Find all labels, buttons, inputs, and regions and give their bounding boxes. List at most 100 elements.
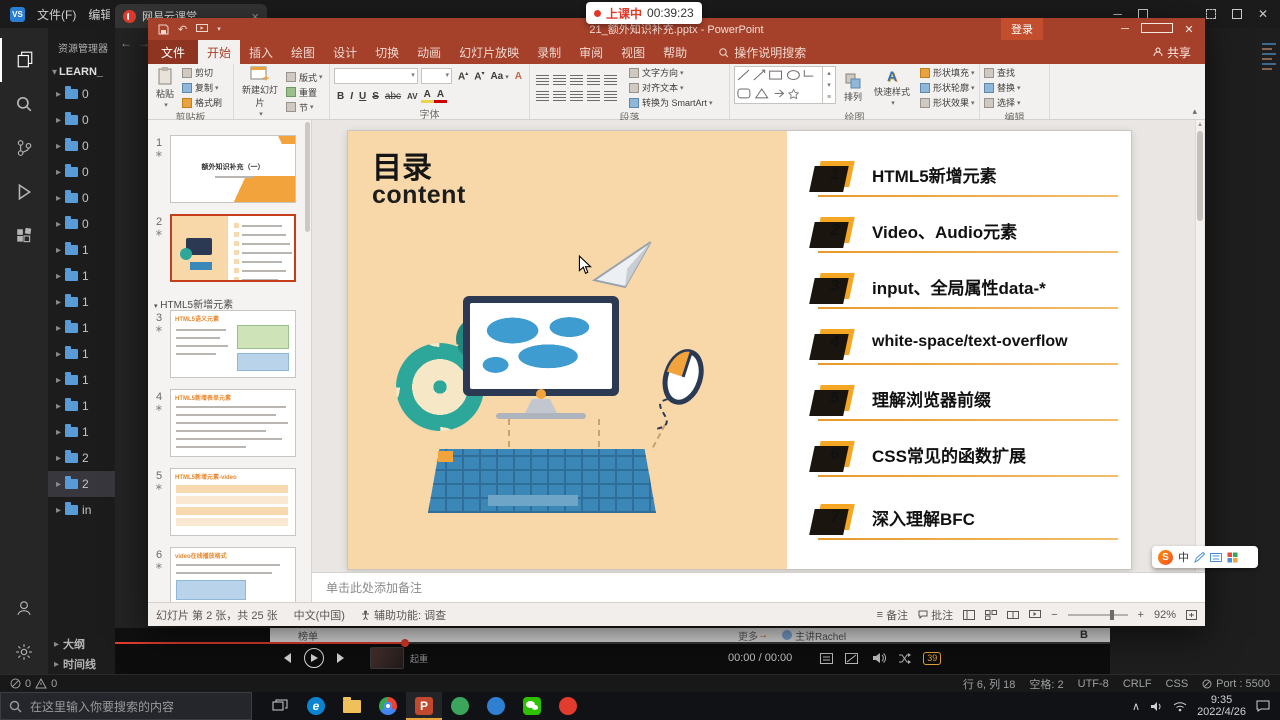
root-folder[interactable]: ▾ LEARN_ (48, 63, 115, 81)
normal-view-icon[interactable] (963, 609, 976, 620)
zoom-in-icon[interactable]: + (1138, 609, 1144, 621)
reading-view-icon[interactable] (1007, 610, 1020, 620)
task-view-icon[interactable] (262, 692, 298, 720)
volume-icon[interactable] (872, 652, 887, 664)
danmaku-icon[interactable] (845, 652, 859, 664)
smartart-button[interactable]: 转换为 SmartArt ▾ (629, 96, 713, 109)
cursor-position[interactable]: 行 6, 列 18 (963, 676, 1016, 692)
previous-icon[interactable] (280, 652, 292, 664)
new-slide-button[interactable]: 新建幻灯片 ▾ (238, 66, 282, 118)
tab-record[interactable]: 录制 (528, 40, 570, 64)
fit-to-window-icon[interactable] (1186, 609, 1197, 620)
sign-in-button[interactable]: 登录 (1001, 18, 1043, 40)
back-icon[interactable]: ← (120, 36, 132, 50)
seek-bar[interactable] (115, 639, 1110, 647)
speed-badge[interactable]: 39 (923, 651, 942, 665)
ppt-restore-icon[interactable] (1141, 22, 1173, 36)
tree-item[interactable]: ▸ 1 (48, 393, 115, 419)
shape-fill-button[interactable]: 形状填充 ▾ (920, 66, 975, 79)
tree-item[interactable]: ▸ in (48, 497, 115, 523)
align-left-icon[interactable] (536, 90, 549, 101)
zoom-slider[interactable] (1067, 609, 1128, 620)
slide-thumbnail-6[interactable]: video在线播放格式 (170, 547, 296, 602)
shapes-gallery[interactable]: ▴ ▾ ≡ (734, 66, 836, 104)
video-preview-thumbnail[interactable] (370, 647, 404, 669)
tab-file[interactable]: 文件 (148, 40, 199, 64)
live-server-port[interactable]: Port : 5500 (1202, 678, 1270, 690)
menu-edit[interactable]: 编辑 (88, 6, 110, 23)
highlight-color-button[interactable]: A (420, 89, 434, 103)
text-direction-button[interactable]: 文字方向 ▾ (629, 66, 713, 79)
bullet-list-icon[interactable] (536, 74, 549, 85)
taskbar-chrome-icon[interactable] (370, 692, 406, 720)
bold-button[interactable]: B (1080, 629, 1088, 641)
live-class-badge[interactable]: 上课中 00:39:23 (586, 2, 702, 24)
taskbar-blue-app-icon[interactable] (478, 692, 514, 720)
ppt-minimize-icon[interactable]: ─ (1109, 23, 1141, 35)
play-icon[interactable] (304, 648, 324, 668)
tab-insert[interactable]: 插入 (240, 40, 282, 64)
taskbar-edge-icon[interactable]: e (298, 692, 334, 720)
qat-customize-icon[interactable]: ▾ (217, 25, 221, 33)
tab-design[interactable]: 设计 (324, 40, 366, 64)
comments-toggle[interactable]: 批注 (918, 607, 953, 623)
tab-home[interactable]: 开始 (198, 40, 241, 64)
underline-button[interactable]: U (356, 91, 369, 102)
tab-draw[interactable]: 绘图 (282, 40, 324, 64)
increase-indent-icon[interactable] (587, 74, 600, 85)
layout-button[interactable]: 版式 ▾ (286, 71, 323, 84)
select-button[interactable]: 选择 ▾ (984, 96, 1021, 109)
paste-button[interactable]: 粘贴 ▾ (152, 66, 178, 109)
tree-item[interactable]: ▸ 0 (48, 107, 115, 133)
undo-icon[interactable]: ↶ (178, 23, 187, 36)
tree-item[interactable]: ▸ 0 (48, 185, 115, 211)
line-spacing-icon[interactable] (604, 74, 617, 85)
zoom-slider-handle[interactable] (1109, 609, 1114, 620)
strikethrough-button[interactable]: S (369, 91, 382, 102)
accessibility-status[interactable]: 辅助功能: 调查 (361, 607, 446, 623)
italic-button[interactable]: I (347, 91, 356, 102)
start-slideshow-icon[interactable] (196, 24, 209, 34)
ppt-close-icon[interactable]: ✕ (1173, 23, 1205, 36)
indentation[interactable]: 空格: 2 (1029, 676, 1063, 692)
zoom-out-icon[interactable]: − (1051, 609, 1057, 621)
slide-thumbnail-5[interactable]: HTML5新增元素-video (170, 468, 296, 536)
slide-thumbnail-1[interactable]: 额外知识补充（一） (170, 135, 296, 203)
encoding[interactable]: UTF-8 (1078, 678, 1109, 690)
input-method-bar[interactable]: S 中 (1152, 546, 1258, 568)
gallery-scroll[interactable]: ▴ ▾ ≡ (822, 67, 835, 103)
taskbar-wechat-icon[interactable] (514, 692, 550, 720)
tree-item[interactable]: ▸ 2 (48, 445, 115, 471)
taskbar-file-explorer-icon[interactable] (334, 692, 370, 720)
tree-item[interactable]: ▸ 0 (48, 81, 115, 107)
seek-handle[interactable] (401, 639, 409, 647)
align-text-button[interactable]: 对齐文本 ▾ (629, 81, 713, 94)
replace-button[interactable]: 替换 ▾ (984, 81, 1021, 94)
taskbar-netease-icon[interactable] (550, 692, 586, 720)
extensions-icon[interactable] (0, 214, 48, 258)
shuffle-icon[interactable] (898, 652, 912, 664)
char-spacing-button[interactable]: AV (404, 92, 421, 101)
align-right-icon[interactable] (570, 90, 583, 101)
close-icon[interactable]: ✕ (1258, 7, 1268, 21)
arrange-button[interactable]: 排列 (840, 66, 866, 109)
font-color-button[interactable]: A (433, 89, 448, 103)
next-icon[interactable] (336, 652, 348, 664)
ime-mode[interactable]: 中 (1178, 549, 1189, 565)
tree-item[interactable]: ▸ 0 (48, 133, 115, 159)
shape-outline-button[interactable]: 形状轮廓 ▾ (920, 81, 975, 94)
tell-me-search[interactable]: 操作说明搜索 (718, 40, 806, 64)
abc-strike-button[interactable]: abc (382, 91, 404, 102)
tree-item[interactable]: ▸ 1 (48, 315, 115, 341)
taskbar-search[interactable]: 在这里输入你要搜索的内容 (0, 692, 252, 720)
slide-thumbnail-4[interactable]: HTML5新增表单元素 (170, 389, 296, 457)
slide-thumbnail-2-selected[interactable] (170, 214, 296, 282)
cut-button[interactable]: 剪切 (182, 66, 222, 79)
slideshow-view-icon[interactable] (1029, 609, 1042, 620)
tree-item[interactable]: ▸ 1 (48, 367, 115, 393)
tree-item-selected[interactable]: ▸ 2 (48, 471, 115, 497)
clear-format-button[interactable]: A (512, 71, 525, 82)
section-header[interactable]: ▾ HTML5新增元素 (154, 296, 233, 311)
tree-item[interactable]: ▸ 1 (48, 263, 115, 289)
tab-help[interactable]: 帮助 (654, 40, 696, 64)
